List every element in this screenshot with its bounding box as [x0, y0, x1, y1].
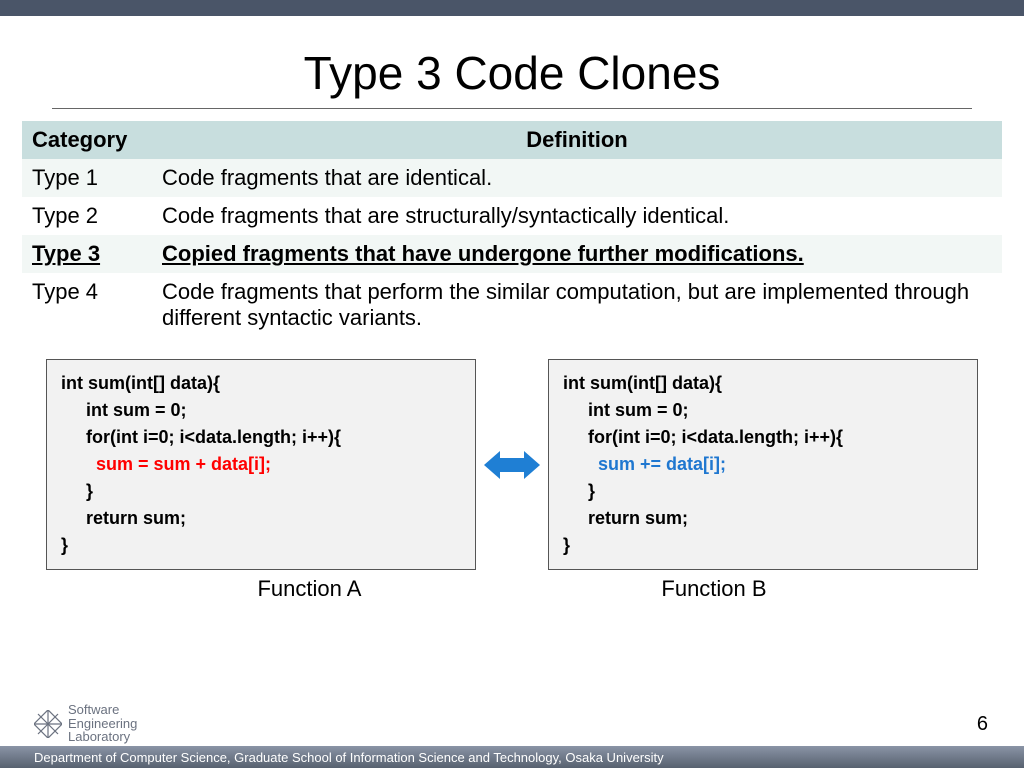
cell-definition: Code fragments that are structurally/syn… — [152, 197, 1002, 235]
logo-text: Software Engineering Laboratory — [68, 703, 137, 744]
table-row: Type 3 Copied fragments that have underg… — [22, 235, 1002, 273]
logo-line1: Software — [68, 703, 137, 717]
function-labels-row: Function A Function B — [0, 576, 1024, 602]
code-line-highlight: sum = sum + data[i]; — [61, 454, 271, 474]
cell-category: Type 4 — [22, 273, 152, 337]
page-title: Type 3 Code Clones — [0, 46, 1024, 100]
code-line: return sum; — [61, 508, 186, 528]
table-row: Type 4 Code fragments that perform the s… — [22, 273, 1002, 337]
logo-line2: Engineering — [68, 717, 137, 731]
code-line: } — [563, 481, 595, 501]
code-line: } — [61, 535, 68, 555]
code-box-a: int sum(int[] data){ int sum = 0; for(in… — [46, 359, 476, 570]
code-line: return sum; — [563, 508, 688, 528]
logo-icon — [34, 710, 62, 738]
code-line: for(int i=0; i<data.length; i++){ — [61, 427, 341, 447]
code-line: int sum(int[] data){ — [61, 373, 220, 393]
function-a-label: Function A — [257, 576, 361, 602]
table-header-row: Category Definition — [22, 121, 1002, 159]
table-row: Type 2 Code fragments that are structura… — [22, 197, 1002, 235]
code-line: } — [563, 535, 570, 555]
title-underline — [52, 108, 972, 109]
cell-category: Type 3 — [22, 235, 152, 273]
cell-definition: Code fragments that are identical. — [152, 159, 1002, 197]
code-line: int sum = 0; — [563, 400, 689, 420]
footer-bar: Department of Computer Science, Graduate… — [0, 746, 1024, 768]
footer-text: Department of Computer Science, Graduate… — [34, 750, 664, 765]
code-line-highlight: sum += data[i]; — [563, 454, 726, 474]
bidirectional-arrow-icon — [484, 445, 540, 485]
code-line: for(int i=0; i<data.length; i++){ — [563, 427, 843, 447]
code-box-b: int sum(int[] data){ int sum = 0; for(in… — [548, 359, 978, 570]
function-b-label: Function B — [661, 576, 766, 602]
code-line: int sum = 0; — [61, 400, 187, 420]
code-comparison-row: int sum(int[] data){ int sum = 0; for(in… — [0, 359, 1024, 570]
col-category: Category — [22, 121, 152, 159]
clone-types-table: Category Definition Type 1 Code fragment… — [22, 121, 1002, 337]
cell-category: Type 2 — [22, 197, 152, 235]
code-line: } — [61, 481, 93, 501]
logo-line3: Laboratory — [68, 730, 137, 744]
cell-category: Type 1 — [22, 159, 152, 197]
code-line: int sum(int[] data){ — [563, 373, 722, 393]
col-definition: Definition — [152, 121, 1002, 159]
top-accent-bar — [0, 0, 1024, 16]
lab-logo: Software Engineering Laboratory — [34, 703, 1024, 744]
cell-definition: Code fragments that perform the similar … — [152, 273, 1002, 337]
footer: Software Engineering Laboratory Departme… — [0, 703, 1024, 768]
table-row: Type 1 Code fragments that are identical… — [22, 159, 1002, 197]
cell-definition: Copied fragments that have undergone fur… — [152, 235, 1002, 273]
